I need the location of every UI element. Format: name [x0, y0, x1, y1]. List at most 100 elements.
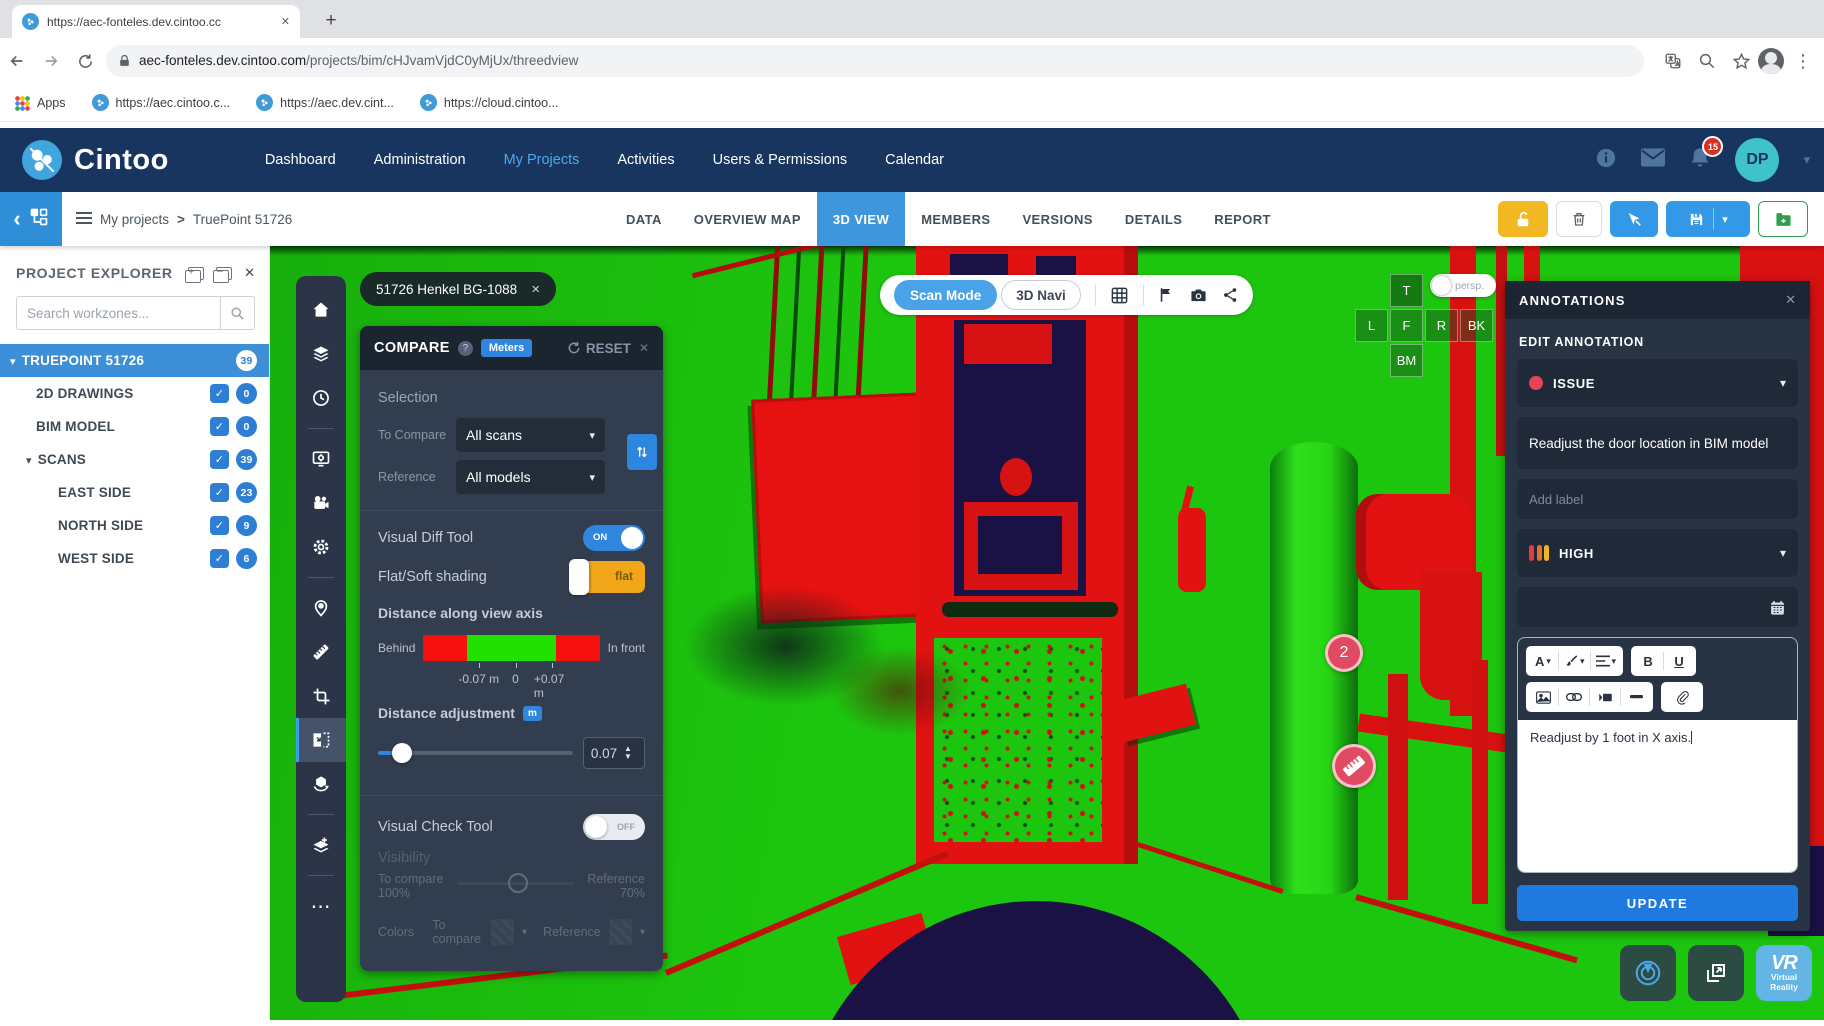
save-button[interactable]	[1666, 201, 1750, 237]
note-text-area[interactable]: Readjust by 1 foot in X axis.	[1518, 720, 1797, 872]
3d-navi-button[interactable]: 3D Navi	[1001, 280, 1081, 310]
mail-icon[interactable]	[1641, 148, 1665, 172]
tab-3d-view[interactable]: 3D VIEW	[817, 192, 905, 246]
annotations-close-icon[interactable]	[1785, 292, 1796, 308]
unlock-button[interactable]	[1498, 201, 1548, 237]
refresh-icon[interactable]	[68, 44, 102, 78]
reference-color-swatch[interactable]	[609, 919, 632, 945]
orbit-model-icon[interactable]	[296, 762, 346, 806]
nav-users-permissions[interactable]: Users & Permissions	[713, 152, 848, 168]
explorer-close-icon[interactable]	[244, 264, 255, 282]
bookmark-star-icon[interactable]	[1724, 44, 1758, 78]
history-clock-icon[interactable]	[296, 376, 346, 420]
menu-icon[interactable]	[76, 211, 92, 228]
back-to-projects-button[interactable]	[0, 192, 62, 246]
caret-down-icon[interactable]	[522, 927, 527, 938]
nav-administration[interactable]: Administration	[374, 152, 466, 168]
highlight-brush-button[interactable]	[1561, 648, 1588, 674]
home-view-icon[interactable]	[296, 288, 346, 332]
share-icon[interactable]	[1222, 286, 1239, 304]
caret-down-icon[interactable]	[640, 927, 645, 938]
new-tab-button[interactable]	[318, 8, 344, 34]
user-avatar[interactable]: DP	[1735, 138, 1779, 182]
browser-profile-avatar[interactable]	[1758, 48, 1784, 74]
annotation-marker-2[interactable]: 2	[1325, 634, 1363, 672]
navcube-top[interactable]: T	[1390, 274, 1423, 307]
visibility-checkbox[interactable]	[210, 549, 229, 568]
screenshot-camera-icon[interactable]	[1189, 287, 1208, 304]
nav-dashboard[interactable]: Dashboard	[265, 152, 336, 168]
tree-item-scans[interactable]: SCANS 39	[0, 443, 269, 476]
back-icon[interactable]	[0, 44, 34, 78]
swap-selection-button[interactable]	[627, 434, 657, 470]
stepper-arrows[interactable]	[624, 745, 632, 761]
visibility-checkbox[interactable]	[210, 516, 229, 535]
tab-data[interactable]: DATA	[610, 192, 678, 246]
tab-report[interactable]: REPORT	[1198, 192, 1287, 246]
annotation-type-select[interactable]: ISSUE	[1517, 359, 1798, 407]
to-compare-color-swatch[interactable]	[491, 919, 514, 945]
bookmark-item[interactable]: https://aec.cintoo.c...	[92, 94, 231, 111]
nav-my-projects[interactable]: My Projects	[504, 152, 580, 168]
insert-rule-button[interactable]	[1623, 684, 1649, 710]
perspective-toggle[interactable]: persp.	[1430, 274, 1496, 297]
tree-item-north-side[interactable]: NORTH SIDE 9	[0, 509, 269, 542]
zoom-icon[interactable]	[1690, 44, 1724, 78]
chevron-down-icon[interactable]	[1803, 152, 1810, 168]
visibility-checkbox[interactable]	[210, 483, 229, 502]
label-input[interactable]	[1529, 492, 1786, 507]
distance-value-input[interactable]	[584, 746, 624, 761]
minimap-radar-button[interactable]	[1620, 945, 1676, 1001]
tree-item-bim-model[interactable]: BIM MODEL 0	[0, 410, 269, 443]
visual-diff-toggle[interactable]: ON	[583, 525, 645, 551]
settings-gear-icon[interactable]	[296, 525, 346, 569]
due-date-field[interactable]	[1517, 587, 1798, 627]
update-button[interactable]: UPDATE	[1517, 885, 1798, 921]
underline-button[interactable]: U	[1666, 648, 1692, 674]
apps-shortcut[interactable]: Apps	[14, 95, 66, 111]
forward-icon[interactable]	[34, 44, 68, 78]
bold-button[interactable]: B	[1635, 648, 1661, 674]
attach-file-button[interactable]	[1669, 684, 1695, 710]
tree-item-2d-drawings[interactable]: 2D DRAWINGS 0	[0, 377, 269, 410]
scene-tab[interactable]: 51726 Henkel BG-1088	[360, 272, 556, 306]
tree-item-truepoint[interactable]: TRUEPOINT 51726 39	[0, 344, 269, 377]
search-icon[interactable]	[220, 297, 254, 329]
insert-video-button[interactable]	[1592, 684, 1618, 710]
address-bar[interactable]: aec-fonteles.dev.cintoo.com/projects/bim…	[106, 45, 1644, 77]
insert-image-button[interactable]	[1530, 684, 1556, 710]
flat-soft-toggle[interactable]: flat	[575, 561, 645, 593]
save-options-caret[interactable]	[1722, 213, 1728, 226]
tab-overview-map[interactable]: OVERVIEW MAP	[678, 192, 817, 246]
bookmark-item[interactable]: https://cloud.cintoo...	[420, 94, 559, 111]
scene-tab-close-icon[interactable]	[531, 283, 540, 296]
tree-item-west-side[interactable]: WEST SIDE 6	[0, 542, 269, 575]
visual-check-toggle[interactable]: OFF	[583, 814, 645, 840]
fullscreen-button[interactable]	[1688, 945, 1744, 1001]
collapse-all-icon[interactable]	[216, 267, 232, 280]
breadcrumb-root[interactable]: My projects	[100, 212, 169, 227]
nav-calendar[interactable]: Calendar	[885, 152, 944, 168]
layers-icon[interactable]	[296, 332, 346, 376]
caret-down-icon[interactable]	[10, 353, 22, 368]
tab-close-icon[interactable]	[281, 15, 290, 28]
bookmark-item[interactable]: https://aec.dev.cint...	[256, 94, 394, 111]
grid-view-icon[interactable]	[1110, 286, 1129, 305]
more-tools-icon[interactable]	[296, 884, 346, 928]
reference-select[interactable]: All models	[456, 460, 605, 494]
compare-tool-icon[interactable]	[296, 718, 346, 762]
annotation-title-field[interactable]: Readjust the door location in BIM model	[1517, 417, 1798, 469]
scan-position-icon[interactable]	[296, 586, 346, 630]
navcube-front[interactable]: F	[1390, 309, 1423, 342]
notifications-bell-icon[interactable]: 15	[1689, 146, 1711, 174]
to-compare-select[interactable]: All scans	[456, 418, 605, 452]
font-button[interactable]: A	[1530, 648, 1556, 674]
measure-ruler-icon[interactable]	[296, 630, 346, 674]
tab-members[interactable]: MEMBERS	[905, 192, 1006, 246]
info-icon[interactable]	[1595, 147, 1617, 174]
slider-knob[interactable]	[392, 743, 412, 763]
translate-icon[interactable]	[1656, 44, 1690, 78]
search-input[interactable]	[17, 306, 220, 321]
expand-all-icon[interactable]	[188, 267, 204, 280]
caret-down-icon[interactable]	[26, 452, 38, 467]
